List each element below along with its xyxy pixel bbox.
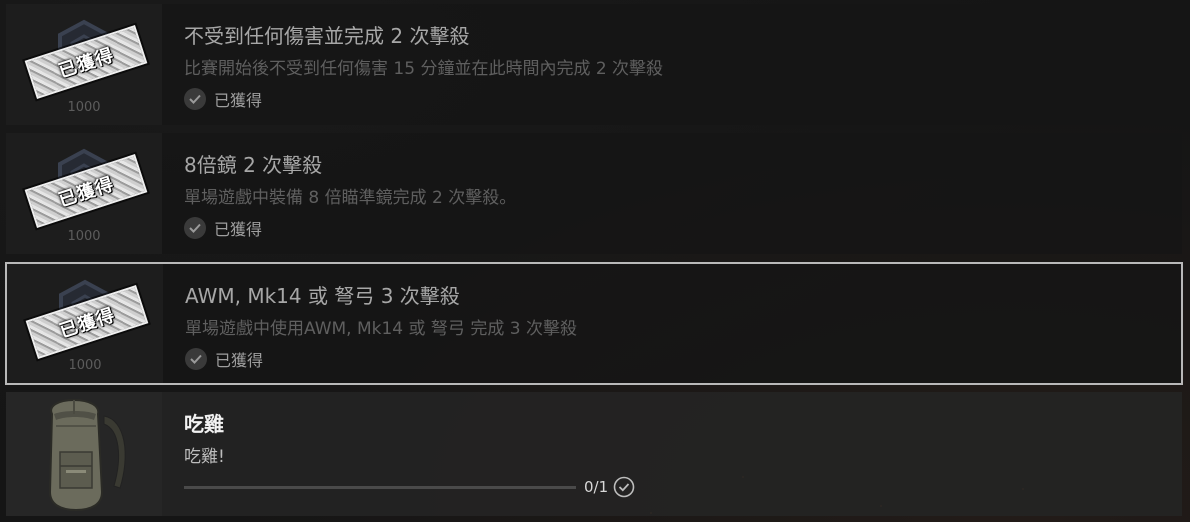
mission-card-2[interactable]: 已獲得 1000 8倍鏡 2 次擊殺 單場遊戲中裝備 8 倍瞄準鏡完成 2 次擊… <box>6 133 1182 254</box>
mission-title: 8倍鏡 2 次擊殺 <box>184 153 323 177</box>
mission-thumbnail: 已獲得 1000 <box>6 133 162 254</box>
mission-points: 1000 <box>68 358 102 373</box>
mission-title: 吃雞 <box>184 412 224 436</box>
mission-status: 已獲得 <box>184 217 262 239</box>
mission-card-4[interactable]: 吃雞 吃雞! 0/1 <box>6 392 1182 516</box>
mission-card-3[interactable]: 已獲得 1000 AWM, Mk14 或 弩弓 3 次擊殺 單場遊戲中使用AWM… <box>5 262 1183 385</box>
backpack-icon <box>48 398 126 512</box>
mission-title: AWM, Mk14 或 弩弓 3 次擊殺 <box>185 284 460 308</box>
checkmark-icon <box>185 348 207 370</box>
mission-description: 比賽開始後不受到任何傷害 15 分鐘並在此時間內完成 2 次擊殺 <box>184 59 664 79</box>
mission-list: 已獲得 1000 不受到任何傷害並完成 2 次擊殺 比賽開始後不受到任何傷害 1… <box>0 0 1190 522</box>
status-label: 已獲得 <box>215 351 264 370</box>
mission-points: 1000 <box>67 229 101 244</box>
mission-thumbnail <box>6 392 162 516</box>
progress-count: 0/1 <box>584 478 609 496</box>
progress-bar <box>184 486 576 489</box>
mission-status: 已獲得 <box>184 88 262 110</box>
mission-points: 1000 <box>67 100 101 115</box>
checkmark-icon <box>184 217 206 239</box>
mission-description: 單場遊戲中裝備 8 倍瞄準鏡完成 2 次擊殺。 <box>184 188 517 208</box>
status-label: 已獲得 <box>214 91 263 110</box>
mission-description: 單場遊戲中使用AWM, Mk14 或 弩弓 完成 3 次擊殺 <box>185 319 577 339</box>
check-circle-icon <box>613 476 635 498</box>
mission-thumbnail: 已獲得 1000 <box>7 264 163 383</box>
status-label: 已獲得 <box>214 220 263 239</box>
mission-card-1[interactable]: 已獲得 1000 不受到任何傷害並完成 2 次擊殺 比賽開始後不受到任何傷害 1… <box>6 4 1182 125</box>
mission-title: 不受到任何傷害並完成 2 次擊殺 <box>184 24 470 48</box>
checkmark-icon <box>184 88 206 110</box>
mission-status: 已獲得 <box>185 348 263 370</box>
mission-description: 吃雞! <box>184 447 225 467</box>
mission-thumbnail: 已獲得 1000 <box>6 4 162 125</box>
